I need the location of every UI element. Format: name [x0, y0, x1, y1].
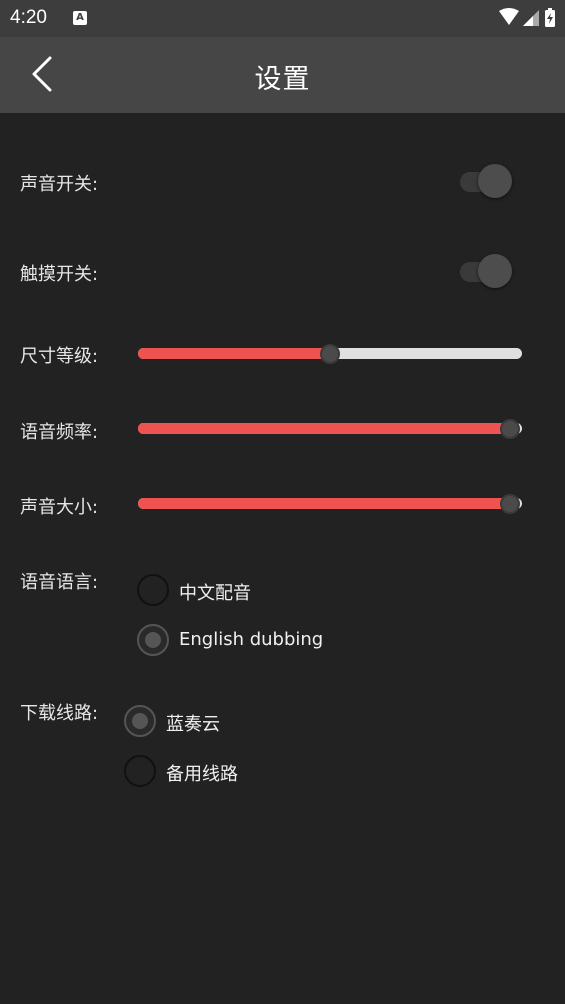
radio-button[interactable] [124, 755, 156, 787]
sound-switch-label: 声音开关: [20, 174, 99, 195]
radio-label: 中文配音 [179, 583, 251, 604]
radio-label: 蓝奏云 [166, 714, 220, 735]
radio-label: 备用线路 [166, 764, 238, 785]
radio-button[interactable] [137, 574, 169, 606]
slider-thumb[interactable] [320, 344, 340, 364]
slider-fill [138, 498, 510, 509]
size-level-slider[interactable] [138, 342, 522, 366]
status-bar: 4:20 A [0, 0, 565, 37]
status-icons [497, 8, 557, 28]
volume-label: 声音大小: [20, 497, 99, 518]
radio-label: English dubbing [179, 629, 324, 650]
radio-option-backup-route[interactable]: 备用线路 [124, 755, 324, 791]
download-route-label: 下载线路: [20, 703, 99, 724]
toolbar: 设置 [0, 37, 565, 113]
radio-option-english-dubbing[interactable]: English dubbing [137, 624, 377, 660]
wifi-icon [499, 8, 519, 25]
touch-switch-label: 触摸开关: [20, 264, 99, 285]
slider-thumb[interactable] [500, 494, 520, 514]
voice-rate-label: 语音频率: [20, 422, 99, 443]
voice-rate-slider[interactable] [138, 417, 522, 441]
slider-fill [138, 348, 330, 359]
touch-switch[interactable] [458, 251, 514, 291]
volume-slider[interactable] [138, 492, 522, 516]
slider-fill [138, 423, 510, 434]
voice-language-label: 语音语言: [20, 572, 99, 593]
radio-button[interactable] [124, 705, 156, 737]
notification-icon: A [73, 11, 87, 25]
signal-icon [523, 10, 539, 26]
size-level-label: 尺寸等级: [20, 346, 99, 367]
slider-thumb[interactable] [500, 419, 520, 439]
page-title: 设置 [254, 64, 311, 95]
switch-thumb [478, 254, 512, 288]
radio-option-lanzou[interactable]: 蓝奏云 [124, 705, 324, 741]
switch-thumb [478, 164, 512, 198]
radio-button[interactable] [137, 624, 169, 656]
radio-option-chinese-dubbing[interactable]: 中文配音 [137, 574, 377, 610]
battery-icon [545, 8, 555, 27]
status-time: 4:20 [10, 7, 47, 28]
sound-switch[interactable] [458, 161, 514, 201]
